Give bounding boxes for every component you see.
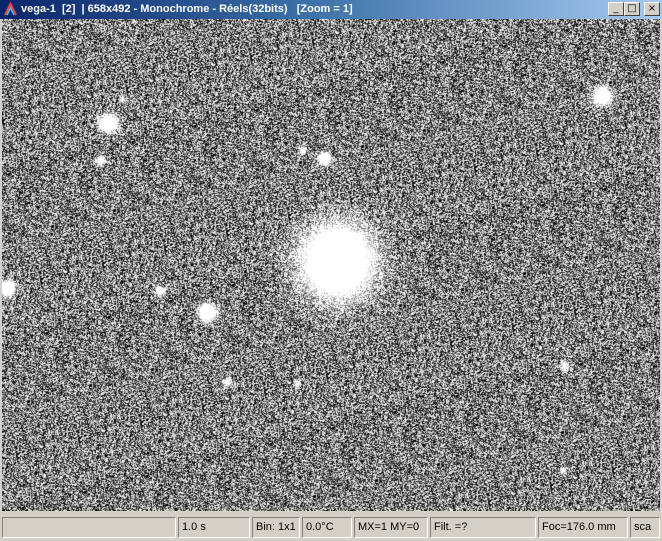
minimize-icon: _: [613, 3, 619, 14]
close-button[interactable]: ×: [644, 2, 660, 16]
status-bar: 1.0 s Bin: 1x1 0.0°C MX=1 MY=0 Filt. =? …: [0, 515, 662, 539]
minimize-button[interactable]: _: [608, 2, 624, 16]
app-logo-icon: [4, 2, 17, 16]
status-panel-mirror: MX=1 MY=0: [354, 517, 428, 538]
status-panel-filter: Filt. =?: [430, 517, 536, 538]
window-title: vega-1 [2] | 658x492 - Monochrome - Réel…: [21, 3, 353, 15]
status-panel-scale: sca: [630, 517, 660, 538]
image-window: vega-1 [2] | 658x492 - Monochrome - Réel…: [0, 0, 662, 541]
close-icon: ×: [647, 3, 657, 14]
status-panel-binning: Bin: 1x1: [252, 517, 300, 538]
status-panel-exposure: 1.0 s: [178, 517, 250, 538]
maximize-button[interactable]: □: [624, 2, 640, 16]
maximize-icon: □: [627, 3, 637, 14]
status-panel-focal: Foc=176.0 mm: [538, 517, 628, 538]
status-panel-temperature: 0.0°C: [302, 517, 352, 538]
monochrome-image[interactable]: [2, 19, 660, 511]
title-bar[interactable]: vega-1 [2] | 658x492 - Monochrome - Réel…: [0, 0, 662, 19]
status-panel-blank: [2, 517, 176, 538]
star-image-canvas[interactable]: [2, 19, 660, 511]
